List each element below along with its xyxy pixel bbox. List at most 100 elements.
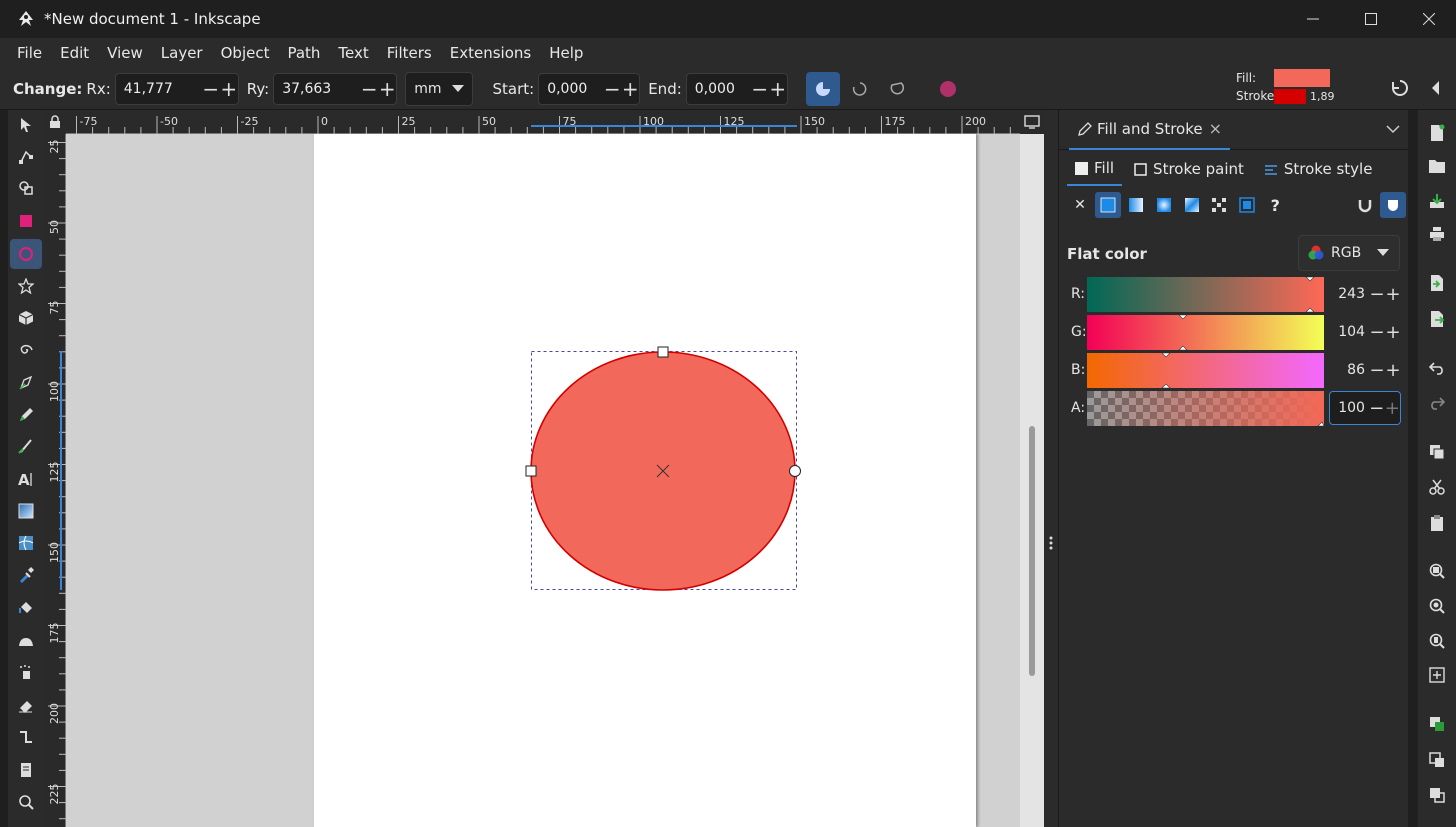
red-increment-button[interactable]: + bbox=[1385, 284, 1401, 305]
save-icon[interactable] bbox=[1424, 188, 1450, 214]
menu-help[interactable]: Help bbox=[540, 38, 592, 68]
slice-type-button[interactable] bbox=[805, 71, 840, 106]
blue-increment-button[interactable]: + bbox=[1385, 360, 1401, 381]
redo-icon[interactable] bbox=[1424, 390, 1450, 416]
color-mode-dropdown[interactable]: RGB bbox=[1298, 235, 1400, 271]
menu-edit[interactable]: Edit bbox=[51, 38, 98, 68]
close-tab-button[interactable]: × bbox=[1209, 119, 1222, 138]
pages-tool-icon[interactable] bbox=[10, 755, 42, 785]
pencil-tool-icon[interactable] bbox=[10, 400, 42, 430]
zoom-center-icon[interactable] bbox=[1424, 662, 1450, 688]
dialog-menu-chevron-icon[interactable] bbox=[1386, 122, 1400, 138]
gradient-tool-icon[interactable] bbox=[10, 496, 42, 526]
end-value[interactable]: 0,000 bbox=[687, 81, 751, 97]
tab-fill-and-stroke[interactable]: Fill and Stroke × bbox=[1069, 110, 1230, 150]
fill-rule-nonzero-button[interactable] bbox=[1380, 192, 1407, 218]
no-paint-button[interactable]: ✕ bbox=[1067, 192, 1093, 218]
ruler-lock-icon[interactable] bbox=[44, 110, 66, 134]
rx-increment-button[interactable]: + bbox=[220, 74, 238, 104]
end-decrement-button[interactable]: − bbox=[751, 74, 769, 104]
start-increment-button[interactable]: + bbox=[621, 74, 639, 104]
star-tool-icon[interactable] bbox=[10, 271, 42, 301]
green-slider[interactable] bbox=[1087, 315, 1324, 350]
menu-object[interactable]: Object bbox=[212, 38, 279, 68]
alpha-value[interactable]: 100 bbox=[1330, 400, 1365, 416]
red-value[interactable]: 243 bbox=[1329, 286, 1365, 302]
clone-icon[interactable] bbox=[1424, 747, 1450, 773]
blue-decrement-button[interactable]: − bbox=[1369, 360, 1385, 381]
red-value-spin[interactable]: 243 − + bbox=[1329, 277, 1401, 311]
menu-extensions[interactable]: Extensions bbox=[441, 38, 540, 68]
menu-text[interactable]: Text bbox=[329, 38, 377, 68]
tweak-tool-icon[interactable] bbox=[10, 625, 42, 655]
vertical-scrollbar[interactable] bbox=[1020, 134, 1044, 827]
minimize-button[interactable] bbox=[1284, 0, 1342, 38]
collapse-commands-icon[interactable] bbox=[1426, 78, 1446, 98]
unit-dropdown[interactable]: mm bbox=[405, 71, 473, 106]
text-tool-icon[interactable]: A bbox=[10, 464, 42, 494]
rx-spinbox[interactable]: 41,777 − + bbox=[114, 72, 239, 105]
duplicate-icon[interactable] bbox=[1424, 711, 1450, 737]
rx-value[interactable]: 41,777 bbox=[116, 81, 202, 97]
drawing-canvas[interactable] bbox=[66, 134, 1020, 827]
vertical-ruler[interactable]: 25 50 75 100 125 150 175 200 225 bbox=[44, 134, 66, 827]
shape-builder-tool-icon[interactable] bbox=[10, 173, 42, 203]
cut-icon[interactable] bbox=[1424, 474, 1450, 500]
ry-spinbox[interactable]: 37,663 − + bbox=[273, 72, 398, 105]
export-icon[interactable] bbox=[1424, 306, 1450, 332]
start-spinbox[interactable]: 0,000 − + bbox=[538, 72, 641, 105]
start-decrement-button[interactable]: − bbox=[603, 74, 621, 104]
unset-paint-button[interactable]: ? bbox=[1262, 192, 1288, 218]
menu-path[interactable]: Path bbox=[278, 38, 329, 68]
end-spinbox[interactable]: 0,000 − + bbox=[685, 72, 788, 105]
radial-gradient-button[interactable] bbox=[1151, 192, 1177, 218]
rx-handle[interactable] bbox=[525, 465, 537, 477]
blue-slider[interactable] bbox=[1087, 353, 1324, 388]
canvas-options-icon[interactable] bbox=[1020, 110, 1044, 134]
paste-icon[interactable] bbox=[1424, 510, 1450, 536]
zoom-selection-icon[interactable] bbox=[1424, 558, 1450, 584]
menu-filters[interactable]: Filters bbox=[378, 38, 441, 68]
new-document-icon[interactable] bbox=[1424, 120, 1450, 146]
ellipse-tool-icon[interactable] bbox=[10, 239, 42, 269]
arc-type-button[interactable] bbox=[843, 72, 877, 106]
tab-fill[interactable]: Fill bbox=[1067, 152, 1123, 186]
selector-tool-icon[interactable] bbox=[10, 110, 42, 140]
pattern-button[interactable] bbox=[1207, 192, 1233, 218]
calligraphy-tool-icon[interactable] bbox=[10, 431, 42, 461]
spray-tool-icon[interactable] bbox=[10, 657, 42, 687]
panel-resize-handle[interactable] bbox=[1044, 110, 1058, 827]
fill-rule-evenodd-button[interactable] bbox=[1352, 192, 1378, 218]
start-value[interactable]: 0,000 bbox=[539, 81, 603, 97]
rx-decrement-button[interactable]: − bbox=[202, 74, 220, 104]
zoom-drawing-icon[interactable] bbox=[1424, 593, 1450, 619]
tab-stroke-paint[interactable]: Stroke paint bbox=[1126, 152, 1252, 186]
scrollbar-thumb[interactable] bbox=[1029, 426, 1035, 676]
menu-file[interactable]: File bbox=[8, 38, 51, 68]
maximize-button[interactable] bbox=[1342, 0, 1400, 38]
alpha-decrement-button[interactable]: − bbox=[1369, 398, 1385, 419]
tab-stroke-style[interactable]: Stroke style bbox=[1256, 152, 1381, 186]
ry-value[interactable]: 37,663 bbox=[274, 81, 360, 97]
linear-gradient-button[interactable] bbox=[1123, 192, 1149, 218]
dropper-tool-icon[interactable] bbox=[10, 560, 42, 590]
blue-value-spin[interactable]: 86 − + bbox=[1329, 353, 1401, 387]
ry-increment-button[interactable]: + bbox=[378, 74, 396, 104]
open-document-icon[interactable] bbox=[1424, 153, 1450, 179]
green-value-spin[interactable]: 104 − + bbox=[1329, 315, 1401, 349]
stroke-swatch[interactable] bbox=[1274, 89, 1306, 104]
mesh-tool-icon[interactable] bbox=[10, 528, 42, 558]
zoom-tool-icon[interactable] bbox=[10, 787, 42, 817]
print-icon[interactable] bbox=[1424, 221, 1450, 247]
ry-decrement-button[interactable]: − bbox=[360, 74, 378, 104]
unlink-clone-icon[interactable] bbox=[1424, 782, 1450, 808]
close-window-button[interactable] bbox=[1400, 0, 1456, 38]
copy-icon[interactable] bbox=[1424, 439, 1450, 465]
rectangle-tool-icon[interactable] bbox=[10, 206, 42, 236]
ry-handle[interactable] bbox=[657, 346, 669, 358]
node-tool-icon[interactable] bbox=[10, 142, 42, 172]
chord-type-button[interactable] bbox=[880, 72, 914, 106]
paint-bucket-tool-icon[interactable] bbox=[10, 592, 42, 622]
end-increment-button[interactable]: + bbox=[769, 74, 787, 104]
fill-stroke-indicator[interactable]: Fill: Stroke: 1,89 bbox=[1236, 69, 1356, 107]
